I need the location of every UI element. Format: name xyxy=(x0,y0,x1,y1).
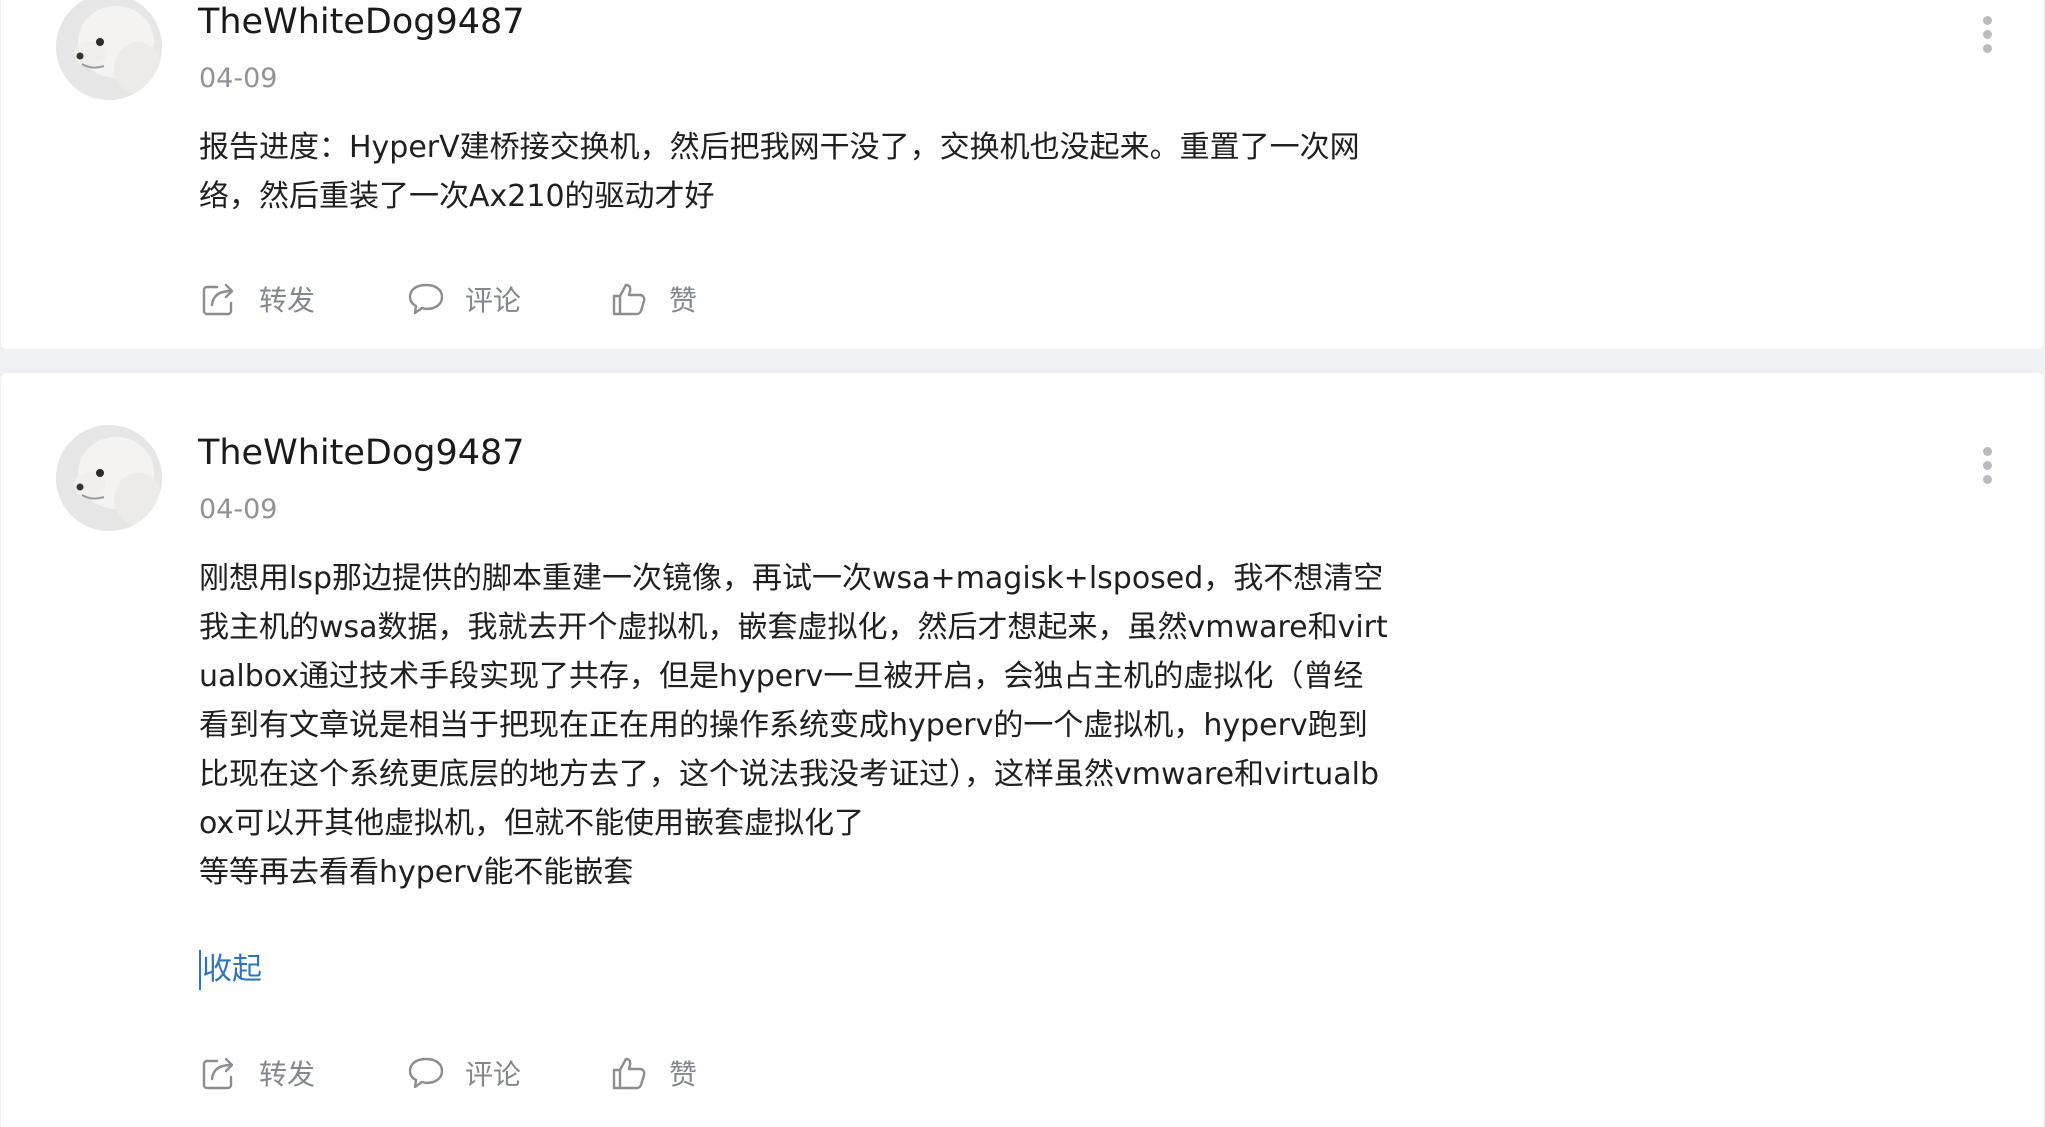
repost-label: 转发 xyxy=(259,284,316,317)
post-card: TheWhiteDog9487 04-09 报告进度：HyperV建桥接交换机，… xyxy=(1,0,2043,349)
post-content: 刚想用lsp那边提供的脚本重建一次镜像，再试一次wsa+magisk+lspos… xyxy=(199,561,1388,890)
like-label: 赞 xyxy=(669,284,698,317)
more-vertical-icon[interactable] xyxy=(1976,445,2000,487)
more-vertical-icon[interactable] xyxy=(1976,14,2000,56)
repost-icon xyxy=(202,283,234,316)
comment-label: 评论 xyxy=(465,284,522,317)
post-card: TheWhiteDog9487 04-09 刚想用lsp那边提供的脚本重建一次镜… xyxy=(1,373,2043,1127)
post-content: 报告进度：HyperV建桥接交换机，然后把我网干没了，交换机也没起来。重置了一次… xyxy=(199,130,1360,214)
comment-button[interactable]: 评论 xyxy=(407,1053,537,1097)
comment-icon xyxy=(408,283,444,315)
username[interactable]: TheWhiteDog9487 xyxy=(198,0,525,44)
post-date[interactable]: 04-09 xyxy=(199,493,277,527)
repost-button[interactable]: 转发 xyxy=(201,279,321,323)
avatar[interactable] xyxy=(56,425,162,531)
thumbs-up-icon xyxy=(612,283,646,316)
like-button[interactable]: 赞 xyxy=(611,279,711,323)
repost-button[interactable]: 转发 xyxy=(201,1053,321,1097)
like-label: 赞 xyxy=(669,1058,698,1091)
username[interactable]: TheWhiteDog9487 xyxy=(198,431,525,475)
post-date[interactable]: 04-09 xyxy=(199,62,277,96)
comment-icon xyxy=(408,1057,444,1089)
repost-label: 转发 xyxy=(259,1058,316,1091)
comment-label: 评论 xyxy=(465,1058,522,1091)
repost-icon xyxy=(202,1057,234,1090)
thumbs-up-icon xyxy=(612,1057,646,1090)
collapse-link[interactable]: 收起 xyxy=(199,950,262,990)
avatar[interactable] xyxy=(56,0,162,100)
like-button[interactable]: 赞 xyxy=(611,1053,711,1097)
comment-button[interactable]: 评论 xyxy=(407,279,537,323)
